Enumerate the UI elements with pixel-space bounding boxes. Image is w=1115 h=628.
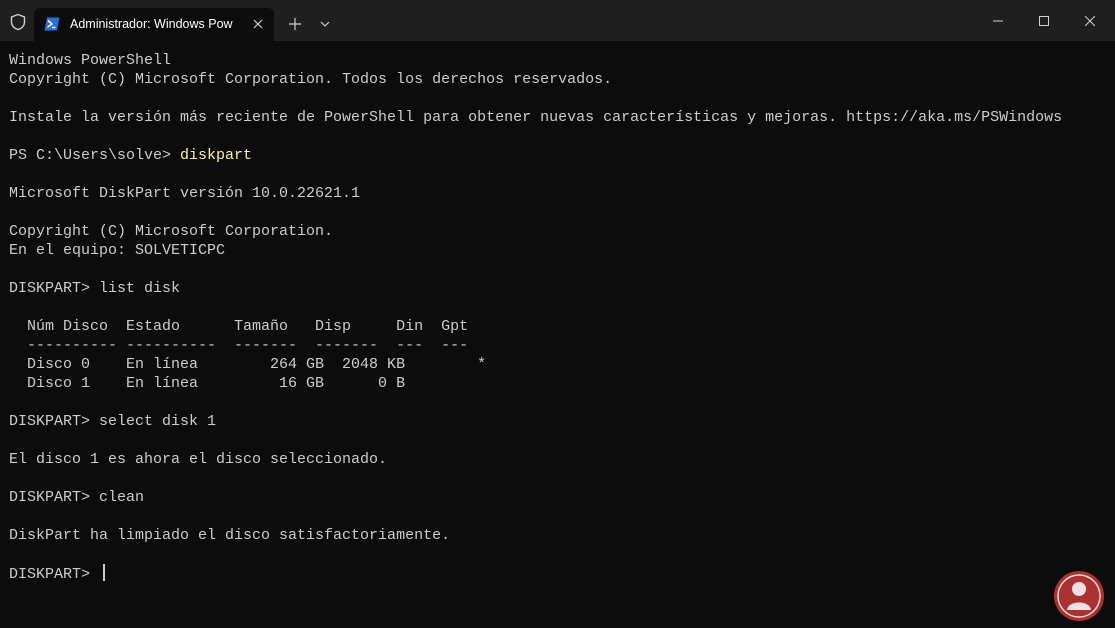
disk-table-row: Disco 1 En línea 16 GB 0 B xyxy=(9,375,406,392)
title-bar: Administrador: Windows Pow xyxy=(0,0,1115,41)
watermark-logo xyxy=(1052,569,1106,623)
diskpart-prompt: DISKPART> xyxy=(9,566,100,583)
terminal-line: Copyright (C) Microsoft Corporation. Tod… xyxy=(9,71,613,88)
terminal-line: Instale la versión más reciente de Power… xyxy=(9,109,1063,126)
terminal-line: DISKPART> clean xyxy=(9,489,145,506)
disk-table-separator: ---------- ---------- ------- ------- --… xyxy=(9,337,469,354)
terminal-line: Copyright (C) Microsoft Corporation. xyxy=(9,223,334,240)
plus-icon xyxy=(289,18,301,30)
close-tab-button[interactable] xyxy=(248,14,268,34)
terminal-line: DISKPART> list disk xyxy=(9,280,181,297)
text-cursor xyxy=(103,564,106,581)
terminal-line: DiskPart ha limpiado el disco satisfacto… xyxy=(9,527,451,544)
chevron-down-icon xyxy=(320,21,330,27)
terminal-line: El disco 1 es ahora el disco seleccionad… xyxy=(9,451,388,468)
tab-powershell[interactable]: Administrador: Windows Pow xyxy=(34,8,274,41)
terminal-line: En el equipo: SOLVETICPC xyxy=(9,242,226,259)
shield-icon xyxy=(9,13,27,31)
tab-dropdown-button[interactable] xyxy=(314,13,336,35)
new-tab-button[interactable] xyxy=(284,13,306,35)
minimize-icon xyxy=(993,20,1003,21)
close-icon xyxy=(253,19,263,29)
close-icon xyxy=(1085,15,1095,26)
terminal-line: Windows PowerShell xyxy=(9,52,172,69)
ps-command: diskpart xyxy=(180,147,253,164)
powershell-icon xyxy=(44,17,60,31)
minimize-button[interactable] xyxy=(975,0,1021,41)
terminal-line-final-prompt[interactable]: DISKPART> xyxy=(9,564,106,583)
terminal-line-ps-prompt: PS C:\Users\solve> diskpart xyxy=(9,146,252,165)
disk-table-row: Disco 0 En línea 264 GB 2048 KB * xyxy=(9,356,487,373)
terminal-output[interactable]: Windows PowerShell Copyright (C) Microso… xyxy=(0,41,1115,628)
maximize-icon xyxy=(1039,15,1049,26)
terminal-line: Microsoft DiskPart versión 10.0.22621.1 xyxy=(9,185,361,202)
tab-title: Administrador: Windows Pow xyxy=(70,17,233,31)
close-window-button[interactable] xyxy=(1067,0,1113,41)
ps-prompt: PS C:\Users\solve> xyxy=(9,147,181,164)
maximize-button[interactable] xyxy=(1021,0,1067,41)
terminal-line: DISKPART> select disk 1 xyxy=(9,413,217,430)
disk-table-header: Núm Disco Estado Tamaño Disp Din Gpt xyxy=(9,318,469,335)
